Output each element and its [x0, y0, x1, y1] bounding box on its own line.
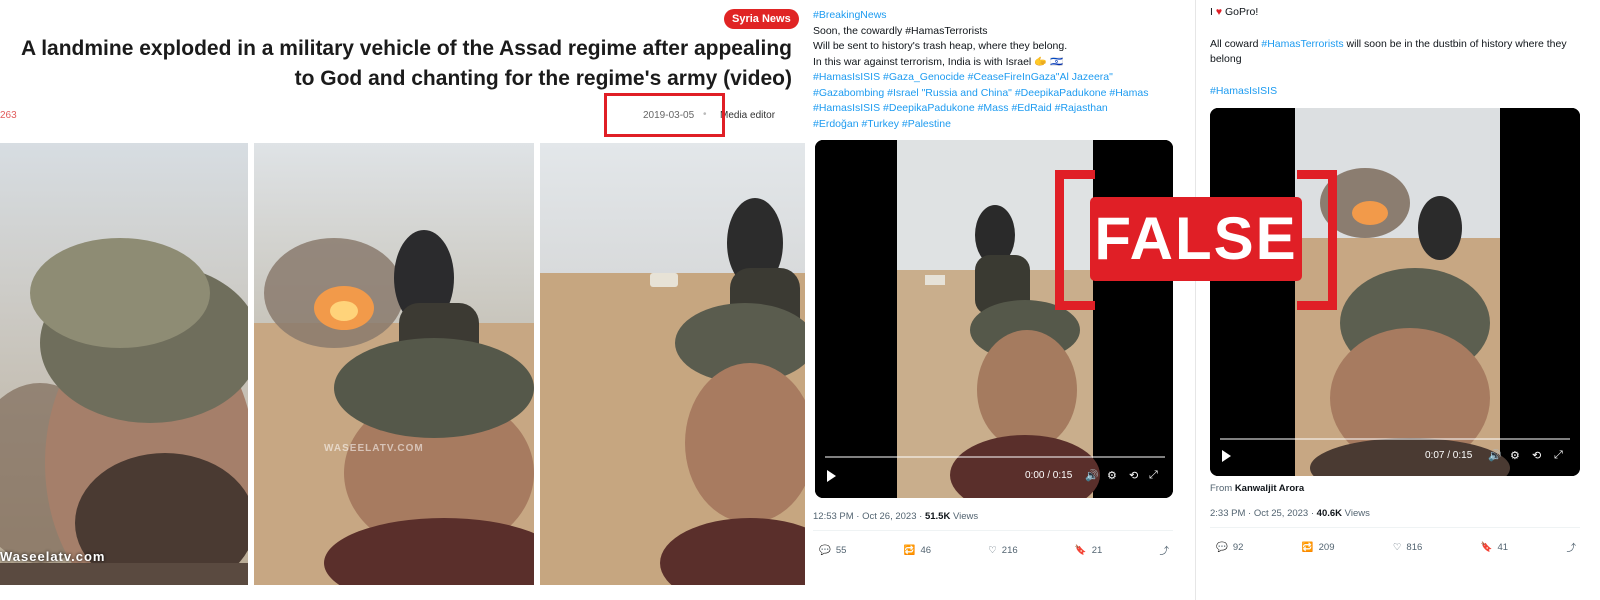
tweet-2-reply-count: 92: [1232, 541, 1244, 553]
tweet-2-meta: 2:33 PM · Oct 25, 2023 · 40.6K Views: [1210, 508, 1370, 519]
tweet-1-line-2: Soon, the cowardly #HamasTerrorists: [813, 24, 988, 37]
tweet-2-share-button[interactable]: ⤴: [1566, 540, 1576, 554]
tweet-2-text: I ♥ GoPro! All coward #HamasTerrorists w…: [1210, 5, 1590, 99]
tweet-1-bookmark-button[interactable]: 🔖 21: [1075, 543, 1102, 557]
fullscreen-icon[interactable]: ⤢: [1554, 449, 1563, 462]
false-rating-stamp: FALSE: [1090, 197, 1302, 281]
tweet-2-bookmark-button[interactable]: 🔖 41: [1481, 540, 1508, 554]
tweet-2-video-time: 0:07 / 0:15: [1425, 450, 1473, 461]
video-frame-1: Waseelatv.com: [0, 143, 248, 585]
tweet-2-bookmark-count: 41: [1497, 541, 1509, 553]
tweet-2: I ♥ GoPro! All coward #HamasTerrorists w…: [1210, 0, 1600, 600]
tweet-2-repost-count: 209: [1318, 541, 1335, 553]
reply-icon: 💬: [819, 544, 831, 556]
tweet-2-from-name[interactable]: Kanwaljit Arora: [1235, 483, 1304, 494]
tweet-2-video-frame: [1210, 108, 1580, 476]
date-highlight-box: [604, 93, 725, 137]
headline-line-2: to God and chanting for the regime's arm…: [294, 67, 792, 90]
heart-icon: ♡: [1392, 541, 1402, 553]
tweet-2-line-1-post: GoPro!: [1222, 6, 1259, 18]
repost-icon: 🔁: [1301, 541, 1314, 553]
stamp-bracket-left: [1055, 170, 1095, 310]
tweet-2-hashtag-hamas[interactable]: #HamasTerrorists: [1261, 38, 1343, 50]
tweet-1-actions: 💬 55 🔁 46 ♡ 216 🔖 21 ⤴: [819, 543, 1169, 558]
tweet-1-reply-count: 55: [835, 544, 847, 556]
tweet-2-separator: [1210, 527, 1580, 528]
tweet-1-video[interactable]: 0:00 / 0:15 🔊 ⚙ ⟲ ⤢: [815, 140, 1173, 498]
tweet-2-like-count: 816: [1406, 541, 1423, 553]
tweet-2-timestamp[interactable]: 2:33 PM · Oct 25, 2023 ·: [1210, 508, 1317, 519]
tweet-2-video[interactable]: 0:07 / 0:15 🔊 ⚙ ⟲ ⤢: [1210, 108, 1580, 476]
tweet-1-video-frame: [815, 140, 1173, 498]
tweet-2-views-count: 40.6K: [1316, 508, 1343, 519]
bookmark-icon: 🔖: [1074, 544, 1087, 556]
tweet-2-line-1: I ♥ GoPro!: [1210, 5, 1590, 21]
tweet-2-progress-bar[interactable]: [1220, 438, 1570, 440]
tweet-1-progress-bar[interactable]: [825, 456, 1165, 458]
headline-line-1: A landmine exploded in a military vehicl…: [21, 37, 792, 60]
loop-icon[interactable]: ⟲: [1129, 469, 1138, 482]
tweet-1-bookmark-count: 21: [1091, 544, 1103, 556]
tweet-1-separator: [813, 530, 1173, 531]
tweet-divider: [1195, 0, 1196, 600]
tweet-1-like-button[interactable]: ♡ 216: [988, 543, 1017, 557]
frame-2-image: [254, 143, 534, 585]
heart-icon: ♡: [988, 544, 997, 556]
tweet-1-views-label: Views: [950, 511, 979, 522]
tweet-1-reply-button[interactable]: 💬 55: [819, 543, 846, 557]
article-panel: Syria News A landmine exploded in a mili…: [0, 0, 805, 600]
tweet-1-video-time: 0:00 / 0:15: [1025, 470, 1073, 481]
tweet-2-from-label: From: [1210, 483, 1235, 494]
volume-icon[interactable]: 🔊: [1085, 469, 1099, 482]
author-name[interactable]: Media editor: [720, 110, 775, 121]
tweet-1-meta: 12:53 PM · Oct 26, 2023 · 51.5K Views: [813, 511, 978, 522]
tweet-1-line-6[interactable]: #Gazabombing #Israel "Russia and China" …: [813, 86, 1183, 102]
view-count: 263: [0, 110, 17, 121]
tweet-2-actions: 💬 92 🔁 209 ♡ 816 🔖 41 ⤴: [1216, 540, 1576, 555]
tweet-1-line-1[interactable]: #BreakingNews: [813, 8, 1183, 24]
tweet-2-line-2-pre: All coward: [1210, 37, 1262, 50]
tweet-1-text: #BreakingNews Soon, the cowardly #HamasT…: [813, 8, 1183, 132]
tweet-1: #BreakingNews Soon, the cowardly #HamasT…: [813, 0, 1188, 600]
tweet-2-hashtag[interactable]: #HamasIsISIS: [1210, 84, 1590, 100]
play-icon[interactable]: [827, 470, 836, 482]
tweet-2-like-button[interactable]: ♡ 816: [1393, 540, 1422, 554]
tweet-1-timestamp[interactable]: 12:53 PM · Oct 26, 2023 ·: [813, 511, 925, 522]
tweet-1-views-count: 51.5K: [924, 511, 951, 522]
tweet-1-share-button[interactable]: ⤴: [1159, 543, 1169, 557]
tweet-1-line-4: In this war against terrorism, India is …: [813, 55, 1064, 68]
frame-1-image: [0, 143, 248, 585]
center-watermark: WASEELATV.COM: [324, 443, 424, 454]
tweet-1-repost-button[interactable]: 🔁 46: [904, 543, 931, 557]
tweet-1-line-5[interactable]: #HamasIsISIS #Gaza_Genocide #CeaseFireIn…: [813, 70, 1183, 86]
bookmark-icon: 🔖: [1480, 541, 1493, 553]
settings-icon[interactable]: ⚙: [1107, 469, 1117, 482]
tweet-1-line-3: Will be sent to history's trash heap, wh…: [813, 40, 1068, 52]
tweet-2-views-label: Views: [1342, 508, 1370, 519]
tweet-1-line-8[interactable]: #Erdoğan #Turkey #Palestine: [813, 117, 1183, 133]
share-icon: ⤴: [1566, 543, 1576, 554]
loop-icon[interactable]: ⟲: [1532, 449, 1541, 462]
tweet-2-reply-button[interactable]: 💬 92: [1216, 540, 1243, 554]
volume-icon[interactable]: 🔊: [1488, 449, 1502, 462]
play-icon[interactable]: [1222, 450, 1231, 462]
reply-icon: 💬: [1216, 541, 1228, 553]
video-frame-2: WASEELATV.COM: [254, 143, 534, 585]
waseelatv-watermark: Waseelatv.com: [0, 549, 106, 564]
stamp-bracket-right: [1297, 170, 1337, 310]
tweet-1-like-count: 216: [1001, 544, 1018, 556]
category-badge[interactable]: Syria News: [724, 9, 799, 29]
tweet-1-repost-count: 46: [920, 544, 932, 556]
tweet-2-source: From Kanwaljit Arora: [1210, 483, 1304, 494]
video-frame-3: [540, 143, 805, 585]
tweet-2-repost-button[interactable]: 🔁 209: [1302, 540, 1335, 554]
share-icon: ⤴: [1159, 546, 1169, 557]
fullscreen-icon[interactable]: ⤢: [1149, 469, 1158, 482]
tweet-1-line-7[interactable]: #HamasIsISIS #DeepikaPadukone #Mass #EdR…: [813, 101, 1183, 117]
article-headline: A landmine exploded in a military vehicl…: [8, 34, 792, 94]
tweet-2-line-2: All coward #HamasTerrorists will soon be…: [1210, 37, 1590, 68]
repost-icon: 🔁: [903, 544, 916, 556]
settings-icon[interactable]: ⚙: [1510, 449, 1520, 462]
frame-3-image: [540, 143, 805, 585]
